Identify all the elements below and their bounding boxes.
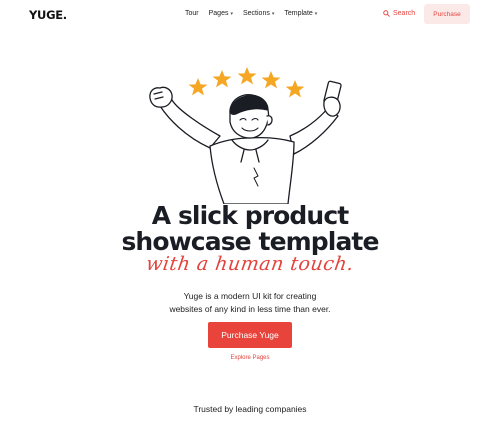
trusted-by-heading: Trusted by leading companies xyxy=(193,404,307,414)
nav-item-label: Pages xyxy=(208,10,229,17)
person-figure xyxy=(149,80,342,204)
nav-item-pages[interactable]: Pages ▾ xyxy=(209,10,233,17)
hero-description-line-2: websites of any kind in less time than e… xyxy=(169,303,331,314)
star-icon xyxy=(285,80,305,98)
purchase-yuge-button[interactable]: Purchase Yuge xyxy=(208,322,292,348)
star-icon xyxy=(261,71,281,89)
nav-item-label: Tour xyxy=(185,10,199,17)
explore-pages-link[interactable]: Explore Pages xyxy=(0,355,500,361)
star-icon xyxy=(188,78,208,96)
chevron-down-icon: ▾ xyxy=(271,10,275,17)
hero-illustration xyxy=(149,67,342,204)
hero-script-tagline: with a human touch. xyxy=(144,253,356,275)
star-icon xyxy=(237,67,257,85)
main-menu: Tour Pages ▾ Sections ▾ Template ▾ xyxy=(185,10,317,17)
rating-stars xyxy=(188,67,305,98)
nav-item-template[interactable]: Template ▾ xyxy=(284,10,317,17)
top-navigation: YUGE. Tour Pages ▾ Sections ▾ Template ▾… xyxy=(0,0,500,30)
nav-item-label: Template xyxy=(284,10,313,17)
search-button[interactable]: Search xyxy=(383,10,415,17)
brand-logo[interactable]: YUGE. xyxy=(29,8,67,22)
purchase-nav-button[interactable]: Purchase xyxy=(424,4,470,24)
chevron-down-icon: ▾ xyxy=(314,10,318,17)
chevron-down-icon: ▾ xyxy=(230,10,233,17)
star-icon xyxy=(212,70,232,88)
hero-description: Yuge is a modern UI kit for creating web… xyxy=(0,290,500,315)
nav-item-sections[interactable]: Sections ▾ xyxy=(243,10,274,17)
search-label: Search xyxy=(393,10,416,17)
hero-description-line-1: Yuge is a modern UI kit for creating xyxy=(183,291,317,301)
nav-item-tour[interactable]: Tour xyxy=(185,10,199,17)
search-icon xyxy=(383,10,390,17)
nav-item-label: Sections xyxy=(243,10,270,17)
